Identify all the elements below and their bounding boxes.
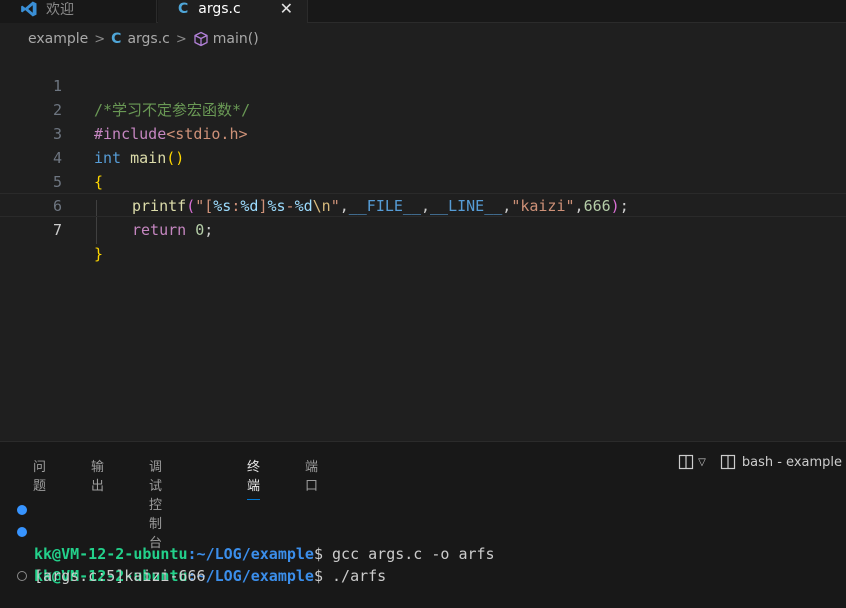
tab-args-c[interactable]: C args.c ✕ xyxy=(158,0,308,23)
terminal-command: gcc args.c -o arfs xyxy=(323,545,495,563)
token-semicolon: ; xyxy=(204,221,214,239)
bottom-panel: 问题 输出 调试控制台 终端 端口 ▽ bash - example kk@VM… xyxy=(0,441,846,608)
breadcrumb: example > C args.c > main() xyxy=(28,29,259,49)
prompt-user: kk@VM-12-2-ubuntu xyxy=(34,545,188,563)
prompt-char: $ xyxy=(313,545,323,563)
terminal-name[interactable]: bash - example xyxy=(742,455,842,470)
editor-tab-bar: 欢迎 C args.c ✕ xyxy=(0,0,846,23)
code-line-current[interactable]: 7 } xyxy=(0,193,846,263)
terminal-line: kk@VM-12-2-ubuntu:~/LOG/example$ ./arfs xyxy=(0,521,386,585)
chevron-right-icon: > xyxy=(94,31,106,47)
command-success-icon[interactable] xyxy=(17,505,27,515)
split-terminal-icon[interactable] xyxy=(678,454,694,470)
close-icon[interactable]: ✕ xyxy=(280,0,293,18)
tab-debug-console[interactable]: 调试控制台 xyxy=(149,456,162,551)
terminal-instance-icon xyxy=(720,454,735,470)
code-content: return 0; xyxy=(132,218,213,242)
tab-label: 欢迎 xyxy=(46,1,74,18)
chevron-right-icon: > xyxy=(175,31,187,47)
line-number: 7 xyxy=(52,221,62,239)
vscode-icon xyxy=(21,1,37,16)
prompt-path: :~/LOG/example xyxy=(187,545,314,563)
code-line[interactable]: 1 /*学习不定参宏函数*/ xyxy=(0,50,846,119)
code-line[interactable]: 5 printf("[%s:%d]%s-%d\n",__FILE__,__LIN… xyxy=(0,146,846,215)
tab-ports[interactable]: 端口 xyxy=(305,456,318,494)
method-cube-icon xyxy=(194,31,208,47)
tab-problems[interactable]: 问题 xyxy=(33,456,46,494)
tab-welcome[interactable]: 欢迎 xyxy=(0,0,157,23)
command-pending-icon[interactable] xyxy=(17,571,27,581)
terminal-text: kk@VM-12-2-ubuntu:~/LOG/example$ gcc arg… xyxy=(34,543,495,565)
code-line[interactable]: 6 return 0; xyxy=(0,170,846,239)
code-line[interactable]: 4 { xyxy=(0,122,846,191)
terminal-output: [args.c:5]kaizi-666 xyxy=(34,567,206,585)
panel-actions: ▽ bash - example xyxy=(678,454,842,470)
c-file-icon: C xyxy=(178,0,189,17)
chevron-down-icon[interactable]: ▽ xyxy=(698,457,706,468)
breadcrumb-folder[interactable]: example xyxy=(28,31,88,47)
terminal-line: kk@VM-12-2-ubuntu:~/LOG/example$ gcc arg… xyxy=(0,499,495,563)
tab-terminal[interactable]: 终端 xyxy=(247,456,261,500)
token-keyword: return xyxy=(132,221,187,239)
terminal-line[interactable]: kk@VM-12-2-ubuntu:~/LOG/example$ xyxy=(0,565,54,587)
code-line[interactable]: 3 int main() xyxy=(0,98,846,167)
prompt-char: $ xyxy=(313,567,323,585)
terminal-line: [args.c:5]kaizi-666 xyxy=(0,543,206,585)
breadcrumb-file[interactable]: args.c xyxy=(127,31,169,47)
token-brace: } xyxy=(94,245,104,263)
c-file-icon: C xyxy=(111,31,122,47)
command-success-icon[interactable] xyxy=(17,527,27,537)
code-editor[interactable]: 1 /*学习不定参宏函数*/ 2 #include<stdio.h> 3 int… xyxy=(0,50,846,440)
tab-label: args.c xyxy=(198,0,241,17)
breadcrumb-symbol[interactable]: main() xyxy=(213,31,259,47)
vscode-window: 欢迎 C args.c ✕ example > C args.c > main(… xyxy=(0,0,846,608)
tab-output[interactable]: 输出 xyxy=(91,456,104,494)
prompt-path: :~/LOG/example xyxy=(187,567,314,585)
token-number: 0 xyxy=(195,221,205,239)
code-line[interactable]: 2 #include<stdio.h> xyxy=(0,74,846,143)
terminal-command: ./arfs xyxy=(323,567,387,585)
